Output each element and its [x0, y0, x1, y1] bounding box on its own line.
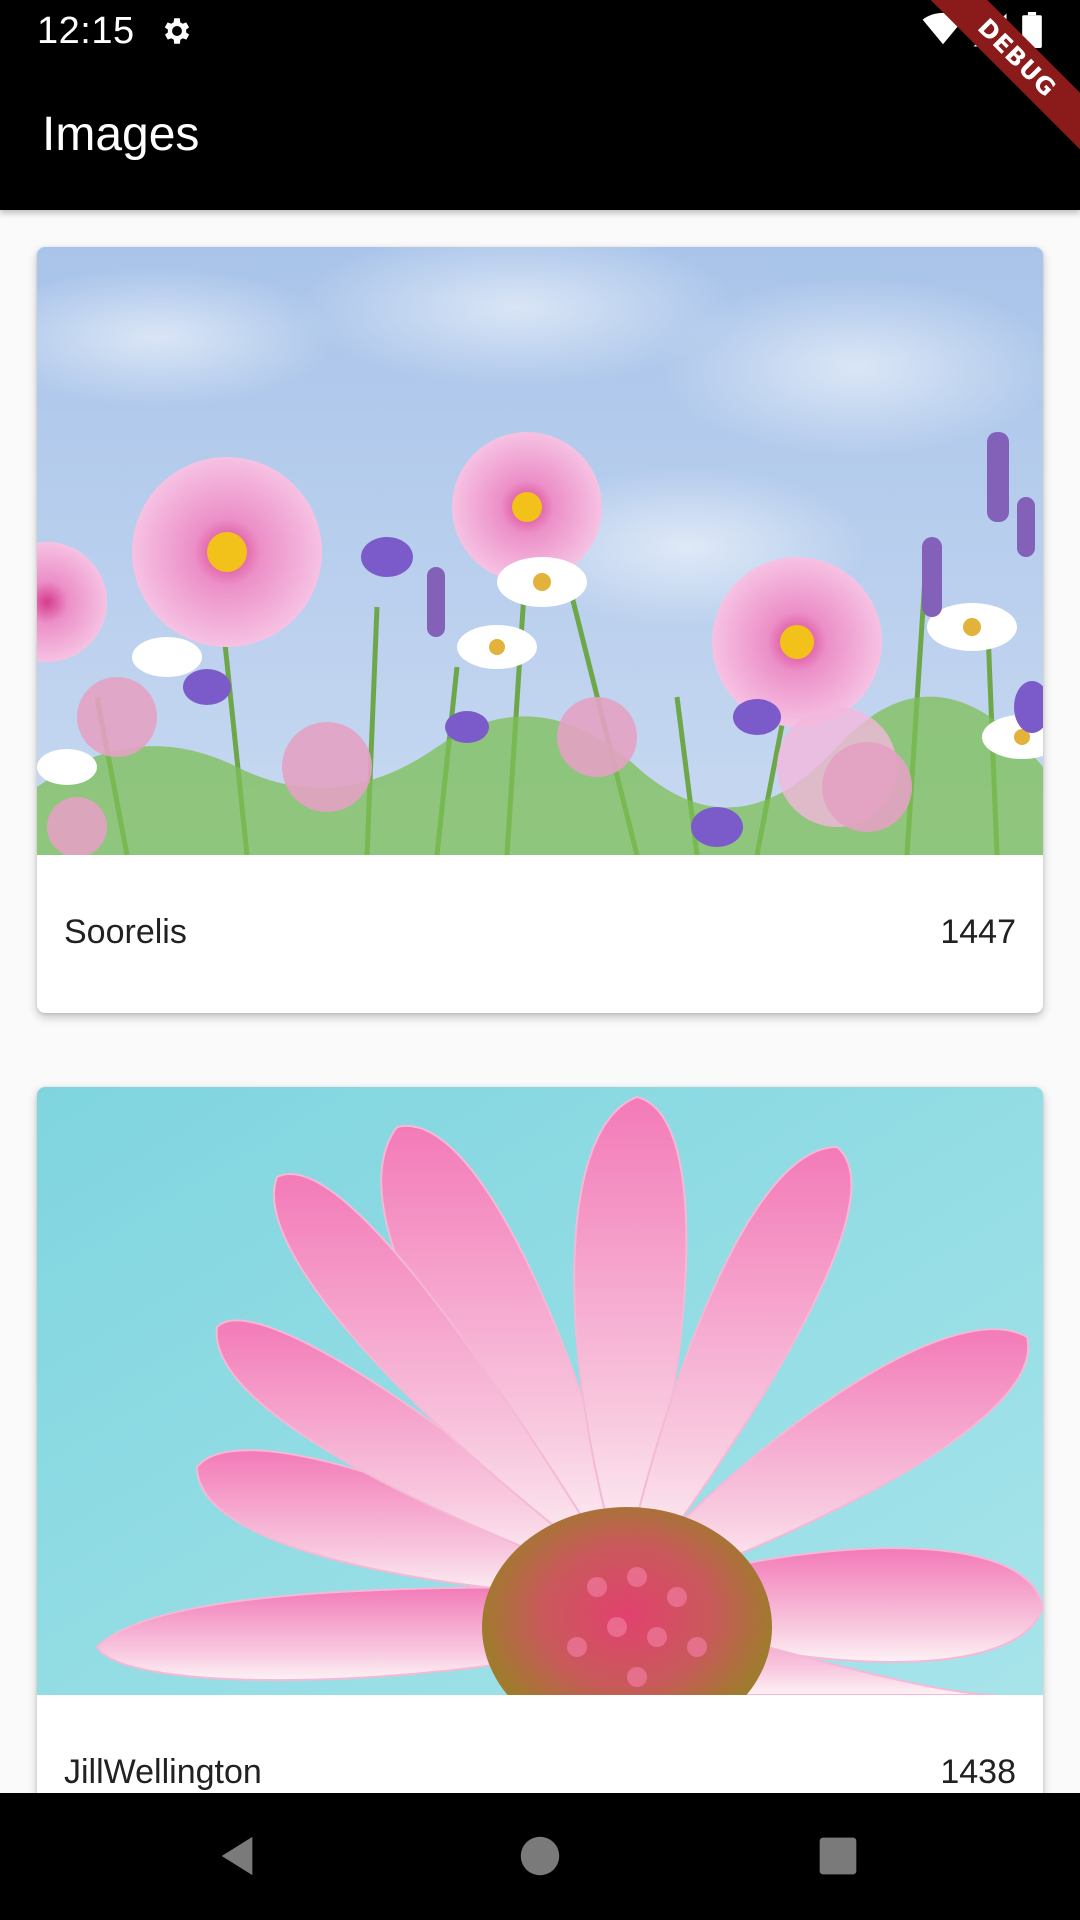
image-card[interactable]: JillWellington 1438: [37, 1087, 1043, 1793]
status-bar: 12:15: [0, 0, 1080, 63]
page-title: Images: [42, 108, 200, 161]
back-icon[interactable]: [214, 1833, 260, 1879]
card-author: JillWellington: [64, 1753, 262, 1791]
image-card[interactable]: Soorelis 1447: [37, 247, 1043, 1013]
app-bar: Images: [0, 63, 1080, 210]
home-icon[interactable]: [519, 1835, 561, 1877]
wildflowers-photo: [37, 247, 1043, 855]
screen: 12:15 Images DEBUG Soorelis 1447 JillWel…: [0, 0, 1080, 1920]
battery-icon: [1022, 12, 1042, 48]
navigation-bar: [0, 1793, 1080, 1920]
gear-icon: [164, 18, 190, 44]
image-list[interactable]: Soorelis 1447 JillWellington 1438: [0, 210, 1080, 1793]
pink-daisy-photo: [37, 1087, 1043, 1695]
status-time: 12:15: [37, 10, 135, 52]
card-count: 1447: [940, 913, 1016, 951]
card-footer: Soorelis 1447: [37, 855, 1043, 1013]
card-footer: JillWellington 1438: [37, 1695, 1043, 1793]
card-count: 1438: [940, 1753, 1016, 1791]
recents-icon[interactable]: [818, 1836, 858, 1876]
card-author: Soorelis: [64, 913, 187, 951]
wifi-icon: [922, 12, 964, 45]
signal-icon: [973, 13, 1007, 47]
